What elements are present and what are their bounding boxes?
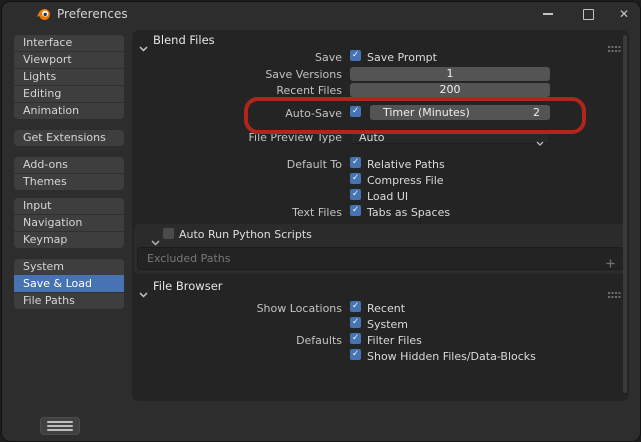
sidebar-item-viewport[interactable]: Viewport xyxy=(14,51,124,68)
excluded-paths-input[interactable]: Excluded Paths xyxy=(137,247,624,270)
sidebar-item-system[interactable]: System xyxy=(14,259,124,275)
sidebar-item-navigation[interactable]: Navigation xyxy=(14,214,124,231)
tabs-as-spaces-option-label[interactable]: Tabs as Spaces xyxy=(367,206,450,219)
auto-save-label: Auto-Save xyxy=(137,107,342,120)
show-hidden-files-option-label[interactable]: Show Hidden Files/Data-Blocks xyxy=(367,350,536,363)
sidebar-group-system: System Save & Load File Paths xyxy=(14,259,124,309)
panel-drag-grip-icon[interactable] xyxy=(608,37,621,56)
tabs-as-spaces-checkbox[interactable] xyxy=(350,205,361,216)
sidebar-item-addons[interactable]: Add-ons xyxy=(14,157,124,173)
sidebar-group-extensions: Get Extensions xyxy=(14,130,124,146)
editor-menu-button[interactable] xyxy=(40,417,80,435)
compress-file-checkbox[interactable] xyxy=(350,173,361,184)
show-hidden-files-checkbox[interactable] xyxy=(350,349,361,360)
recent-files-label: Recent Files xyxy=(137,84,342,97)
sidebar-item-animation[interactable]: Animation xyxy=(14,102,124,119)
compress-file-option-label[interactable]: Compress File xyxy=(367,174,444,187)
defaults-label: Defaults xyxy=(137,334,342,347)
maximize-button[interactable] xyxy=(575,2,601,26)
save-versions-label: Save Versions xyxy=(137,68,342,81)
filter-files-option-label[interactable]: Filter Files xyxy=(367,334,422,347)
auto-run-python-scripts-checkbox[interactable] xyxy=(163,228,174,239)
auto-run-python-scripts-subpanel: Auto Run Python Scripts Excluded Paths xyxy=(134,224,627,274)
hamburger-icon xyxy=(47,421,73,423)
filter-files-checkbox[interactable] xyxy=(350,333,361,344)
sidebar-item-save-load[interactable]: Save & Load xyxy=(14,275,124,292)
sidebar-item-themes[interactable]: Themes xyxy=(14,173,124,190)
system-checkbox[interactable] xyxy=(350,317,361,328)
auto-run-python-scripts-label[interactable]: Auto Run Python Scripts xyxy=(179,228,312,241)
file-preview-type-dropdown[interactable]: Auto xyxy=(350,129,550,144)
chevron-down-icon xyxy=(536,135,544,150)
preferences-window: Preferences Interface Viewport Lights Ed… xyxy=(1,1,641,442)
system-option-label[interactable]: System xyxy=(367,318,408,331)
recent-checkbox[interactable] xyxy=(350,301,361,312)
sidebar-item-file-paths[interactable]: File Paths xyxy=(14,292,124,309)
sidebar-item-editing[interactable]: Editing xyxy=(14,85,124,102)
dropdown-selected-value: Auto xyxy=(359,130,385,145)
sidebar-item-keymap[interactable]: Keymap xyxy=(14,231,124,248)
relative-paths-option-label[interactable]: Relative Paths xyxy=(367,158,445,171)
plus-icon[interactable] xyxy=(606,253,615,272)
timer-field-value: 2 xyxy=(533,105,540,120)
show-locations-label: Show Locations xyxy=(137,302,342,315)
chevron-down-icon[interactable] xyxy=(139,283,148,302)
preferences-main-panel: Blend Files Save Save Prompt Save Versio… xyxy=(132,30,629,401)
titlebar[interactable]: Preferences xyxy=(2,2,640,26)
sidebar-item-get-extensions[interactable]: Get Extensions xyxy=(14,130,124,146)
save-prompt-option-label[interactable]: Save Prompt xyxy=(367,51,437,64)
maximize-icon xyxy=(583,9,594,20)
save-versions-field[interactable]: 1 xyxy=(350,67,550,81)
close-button[interactable] xyxy=(611,2,637,26)
sidebar-group-input: Input Navigation Keymap xyxy=(14,198,124,248)
file-preview-type-label: File Preview Type xyxy=(137,131,342,144)
auto-save-timer-field[interactable]: Timer (Minutes) 2 xyxy=(370,105,550,120)
relative-paths-checkbox[interactable] xyxy=(350,157,361,168)
save-label: Save xyxy=(137,51,342,64)
save-prompt-checkbox[interactable] xyxy=(350,50,361,61)
sidebar-item-interface[interactable]: Interface xyxy=(14,35,124,51)
default-to-label: Default To xyxy=(137,158,342,171)
section-header-file-browser[interactable]: File Browser xyxy=(153,279,223,293)
timer-field-label: Timer (Minutes) xyxy=(383,105,470,120)
sidebar-group-addons: Add-ons Themes xyxy=(14,157,124,190)
panel-drag-grip-icon[interactable] xyxy=(608,283,621,302)
section-header-blend-files[interactable]: Blend Files xyxy=(153,33,215,47)
close-icon xyxy=(619,8,629,20)
sidebar-item-lights[interactable]: Lights xyxy=(14,68,124,85)
minimize-button[interactable] xyxy=(535,2,561,26)
minimize-icon xyxy=(543,13,553,15)
window-title: Preferences xyxy=(57,7,128,21)
sidebar-group-interface: Interface Viewport Lights Editing Animat… xyxy=(14,35,124,119)
desktop-background: Preferences Interface Viewport Lights Ed… xyxy=(0,0,641,442)
text-files-label: Text Files xyxy=(137,206,342,219)
load-ui-checkbox[interactable] xyxy=(350,189,361,200)
blender-logo-icon xyxy=(35,6,51,22)
recent-option-label[interactable]: Recent xyxy=(367,302,405,315)
auto-save-checkbox[interactable] xyxy=(350,106,361,117)
vertical-scrollbar[interactable] xyxy=(623,35,627,393)
load-ui-option-label[interactable]: Load UI xyxy=(367,190,408,203)
recent-files-field[interactable]: 200 xyxy=(350,83,550,97)
excluded-paths-placeholder: Excluded Paths xyxy=(147,252,230,265)
sidebar-item-input[interactable]: Input xyxy=(14,198,124,214)
